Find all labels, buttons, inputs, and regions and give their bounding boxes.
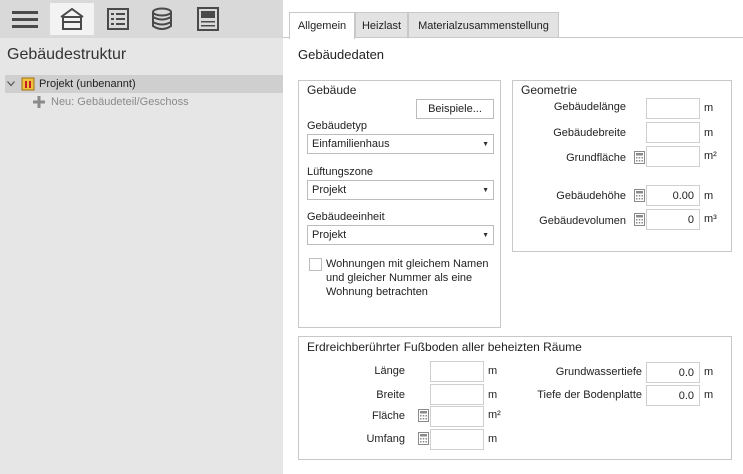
same-apartment-label-line3: Wohnung betrachten [326,286,428,298]
toolbar [0,0,283,38]
dropdown-arrow-icon: ▼ [482,231,489,239]
building-width-label: Gebäudebreite [553,127,626,139]
plus-icon [33,96,45,108]
floor-length-label: Länge [374,365,405,377]
floor-perimeter-label: Umfang [366,433,405,445]
same-apartment-label-line2: und gleicher Nummer als eine [326,272,473,284]
same-apartment-label-line1: Wohnungen mit gleichem Namen [326,258,489,270]
building-icon[interactable] [50,3,94,35]
building-volume-unit: m³ [704,213,717,225]
ventilation-zone-label: Lüftungszone [307,166,374,178]
groundwater-depth-unit: m [704,366,714,378]
tab-materialzusammenstellung[interactable]: Materialzusammenstellung [408,12,559,38]
group-erdreich-title: Erdreichberührter Fußboden aller beheizt… [307,340,582,354]
building-height-input[interactable]: 0.00 [646,185,700,206]
building-unit-label: Gebäudeeinheit [307,211,385,223]
floor-length-input[interactable] [430,361,484,382]
ventilation-zone-value: Projekt [312,184,347,196]
building-volume-label: Gebäudevolumen [539,215,626,227]
building-type-select[interactable]: Einfamilienhaus ▼ [307,134,494,154]
database-icon[interactable] [140,3,184,35]
floor-width-unit: m [488,389,498,401]
same-apartment-label: Wohnungen mit gleichem Namen und gleiche… [326,257,488,299]
list-icon[interactable] [96,3,140,35]
tree-item-label: Projekt (unbenannt) [39,78,136,90]
building-type-value: Einfamilienhaus [312,138,390,150]
building-type-label: Gebäudetyp [307,120,367,132]
floor-length-unit: m [488,365,498,377]
floor-area-label: Fläche [371,410,405,422]
floor-width-label: Breite [376,389,405,401]
hamburger-menu-icon[interactable] [3,3,47,35]
examples-button[interactable]: Beispiele... [416,99,494,119]
floor-perimeter-unit: m [488,433,498,445]
calculator-icon[interactable] [418,432,429,445]
floor-area-unit: m² [488,409,501,421]
dropdown-arrow-icon: ▼ [482,186,489,194]
calculator-icon[interactable] [634,151,645,164]
group-geometrie-title: Geometrie [521,83,578,97]
floor-area-input[interactable] [430,406,484,427]
project-icon [21,77,35,91]
floor-width-input[interactable] [430,384,484,405]
calculator-icon[interactable] [418,409,429,422]
floor-area-unit: m² [704,150,717,162]
same-apartment-checkbox[interactable] [309,258,322,271]
dropdown-arrow-icon: ▼ [482,140,489,148]
tab-heizlast[interactable]: Heizlast [355,12,408,38]
document-icon[interactable] [186,3,230,35]
tab-allgemein[interactable]: Allgemein [289,12,355,39]
building-length-label: Gebäudelänge [553,101,626,113]
calculator-icon[interactable] [634,213,645,226]
tree-item-project[interactable]: Projekt (unbenannt) [5,75,283,93]
building-length-input[interactable] [646,98,700,119]
structure-pane: Gebäudestruktur Projekt (unbenannt) Neu:… [0,0,283,474]
slab-depth-input[interactable]: 0.0 [646,385,700,406]
floor-perimeter-input[interactable] [430,429,484,450]
floor-area-label: Grundfläche [566,152,626,164]
structure-title: Gebäudestruktur [7,46,127,63]
calculator-icon[interactable] [634,189,645,202]
section-title: Gebäudedaten [298,47,385,62]
floor-area-input[interactable] [646,146,700,167]
building-height-unit: m [704,190,714,202]
building-unit-select[interactable]: Projekt ▼ [307,225,494,245]
building-width-unit: m [704,127,714,139]
slab-depth-unit: m [704,389,714,401]
building-unit-value: Projekt [312,229,347,241]
building-volume-input[interactable]: 0 [646,209,700,230]
building-height-label: Gebäudehöhe [556,190,626,202]
groundwater-depth-input[interactable]: 0.0 [646,362,700,383]
tree-item-new[interactable]: Neu: Gebäudeteil/Geschoss [33,93,283,111]
slab-depth-label: Tiefe der Bodenplatte [537,389,642,401]
tree-item-label: Neu: Gebäudeteil/Geschoss [51,96,189,108]
ventilation-zone-select[interactable]: Projekt ▼ [307,180,494,200]
group-gebaeude-title: Gebäude [307,83,357,97]
building-width-input[interactable] [646,122,700,143]
building-length-unit: m [704,102,714,114]
groundwater-depth-label: Grundwassertiefe [555,366,642,378]
chevron-down-icon[interactable] [5,81,17,87]
